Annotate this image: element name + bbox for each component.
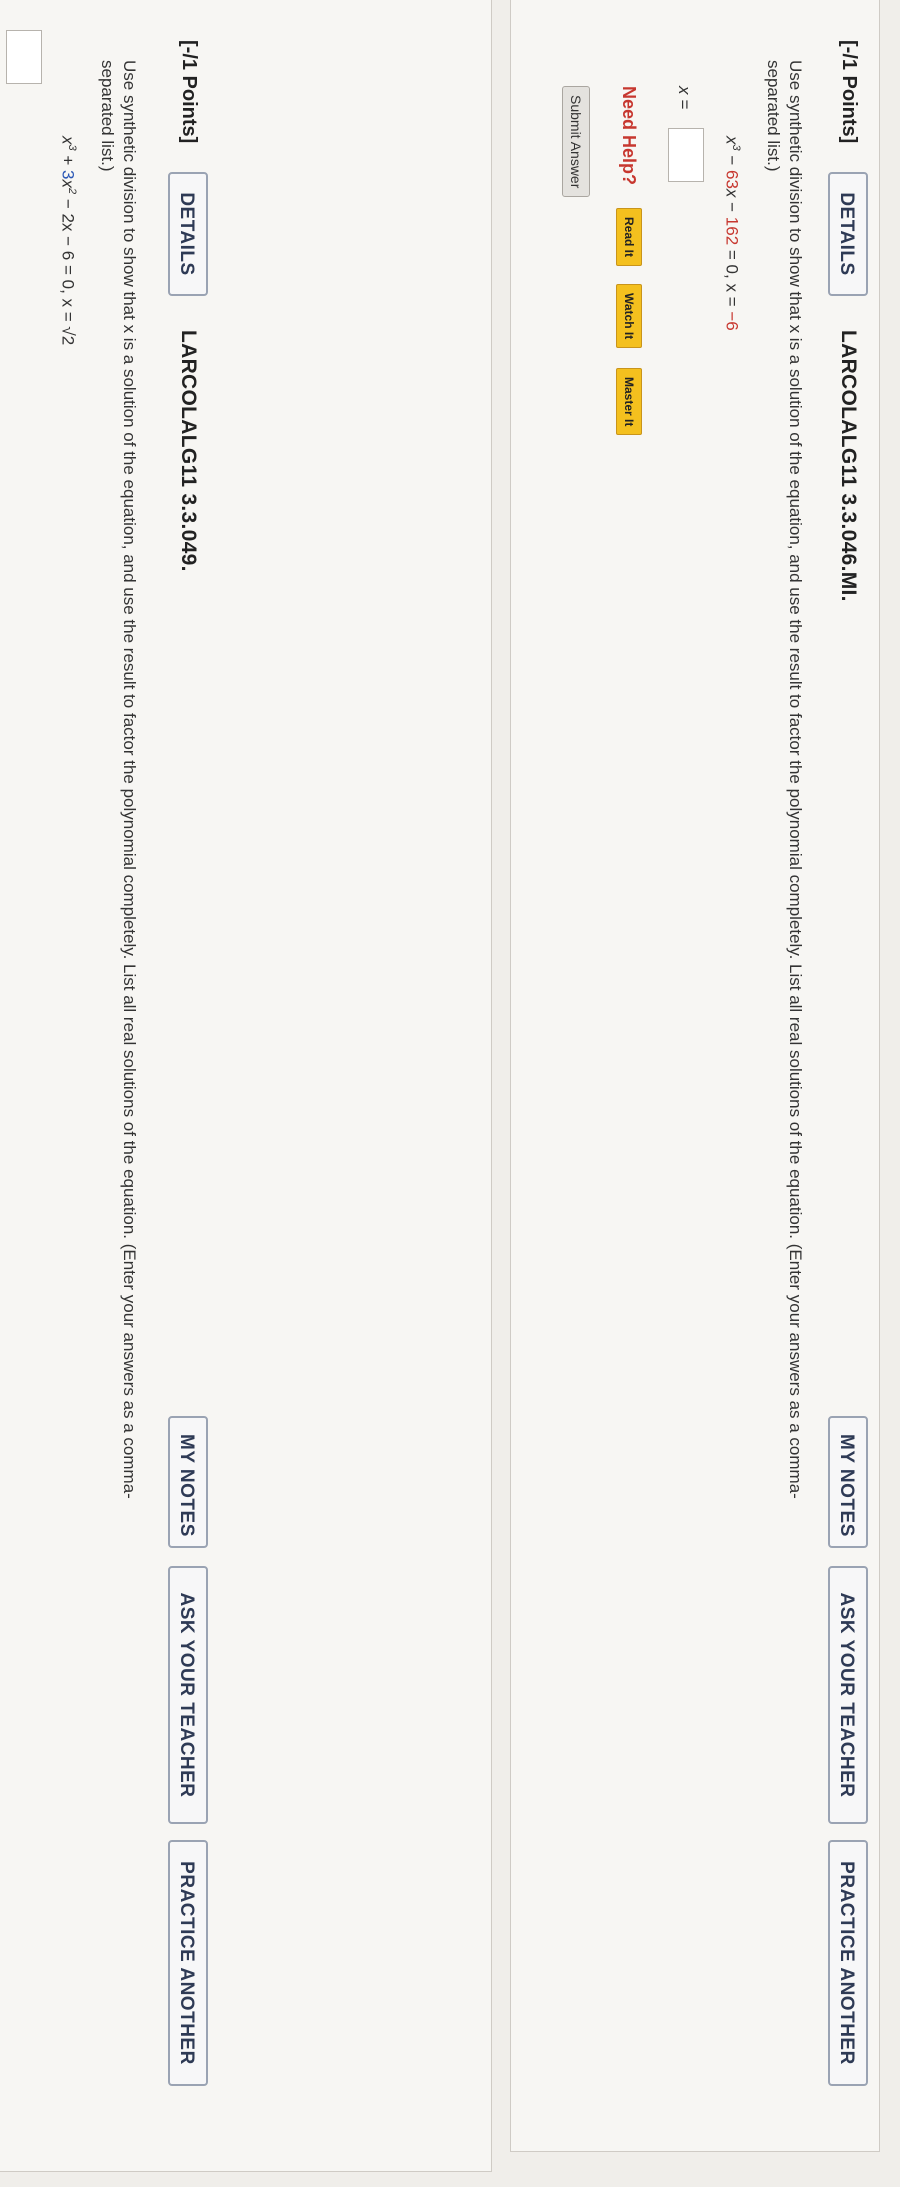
question-id: LARCOLALG11 3.3.046.MI. [837, 330, 860, 602]
submit-answer-button[interactable]: Submit Answer [562, 86, 590, 198]
my-notes-button[interactable]: MY NOTES [828, 1416, 868, 1548]
ask-your-teacher-button[interactable]: ASK YOUR TEACHER [168, 1566, 208, 1824]
prompt-line-2: separated list.) [98, 60, 117, 172]
ask-your-teacher-button[interactable]: ASK YOUR TEACHER [828, 1566, 868, 1824]
answer-input[interactable] [668, 128, 704, 182]
practice-another-button[interactable]: PRACTICE ANOTHER [168, 1840, 208, 2086]
details-button[interactable]: DETAILS [168, 172, 208, 296]
question-prompt: Use synthetic division to show that x is… [762, 60, 806, 2060]
equation: x3 − 63x − 162 = 0, x = −6 [722, 136, 742, 331]
root-value: −6 [722, 311, 742, 331]
prompt-line-2: separated list.) [764, 60, 783, 172]
need-help-label: Need Help? [619, 86, 639, 186]
webassign-page: [-/1 Points] DETAILS LARCOLALG11 3.3.046… [0, 0, 900, 2187]
constant: 162 [722, 216, 742, 246]
points-label: [-/1 Points] [178, 40, 200, 144]
question-card-1 [510, 0, 880, 2152]
question-id: LARCOLALG11 3.3.049. [177, 330, 200, 572]
watch-it-button[interactable]: Watch It [616, 284, 642, 349]
answer-input[interactable] [6, 30, 42, 84]
practice-another-button[interactable]: PRACTICE ANOTHER [828, 1840, 868, 2086]
master-it-button[interactable]: Master It [616, 368, 642, 436]
my-notes-button[interactable]: MY NOTES [168, 1416, 208, 1548]
prompt-line-1: Use synthetic division to show that x is… [786, 60, 805, 1499]
answer-label: x = [675, 86, 694, 110]
points-label: [-/1 Points] [838, 40, 860, 144]
prompt-line-1: Use synthetic division to show that x is… [120, 60, 139, 1499]
details-button[interactable]: DETAILS [828, 172, 868, 296]
root-value: √2 [58, 326, 78, 346]
question-prompt: Use synthetic division to show that x is… [96, 60, 140, 2140]
read-it-button[interactable]: Read It [616, 208, 642, 267]
coefficient: 63 [722, 170, 742, 189]
equation: x3 + 3x2 − 2x − 6 = 0, x = √2 [58, 136, 78, 346]
